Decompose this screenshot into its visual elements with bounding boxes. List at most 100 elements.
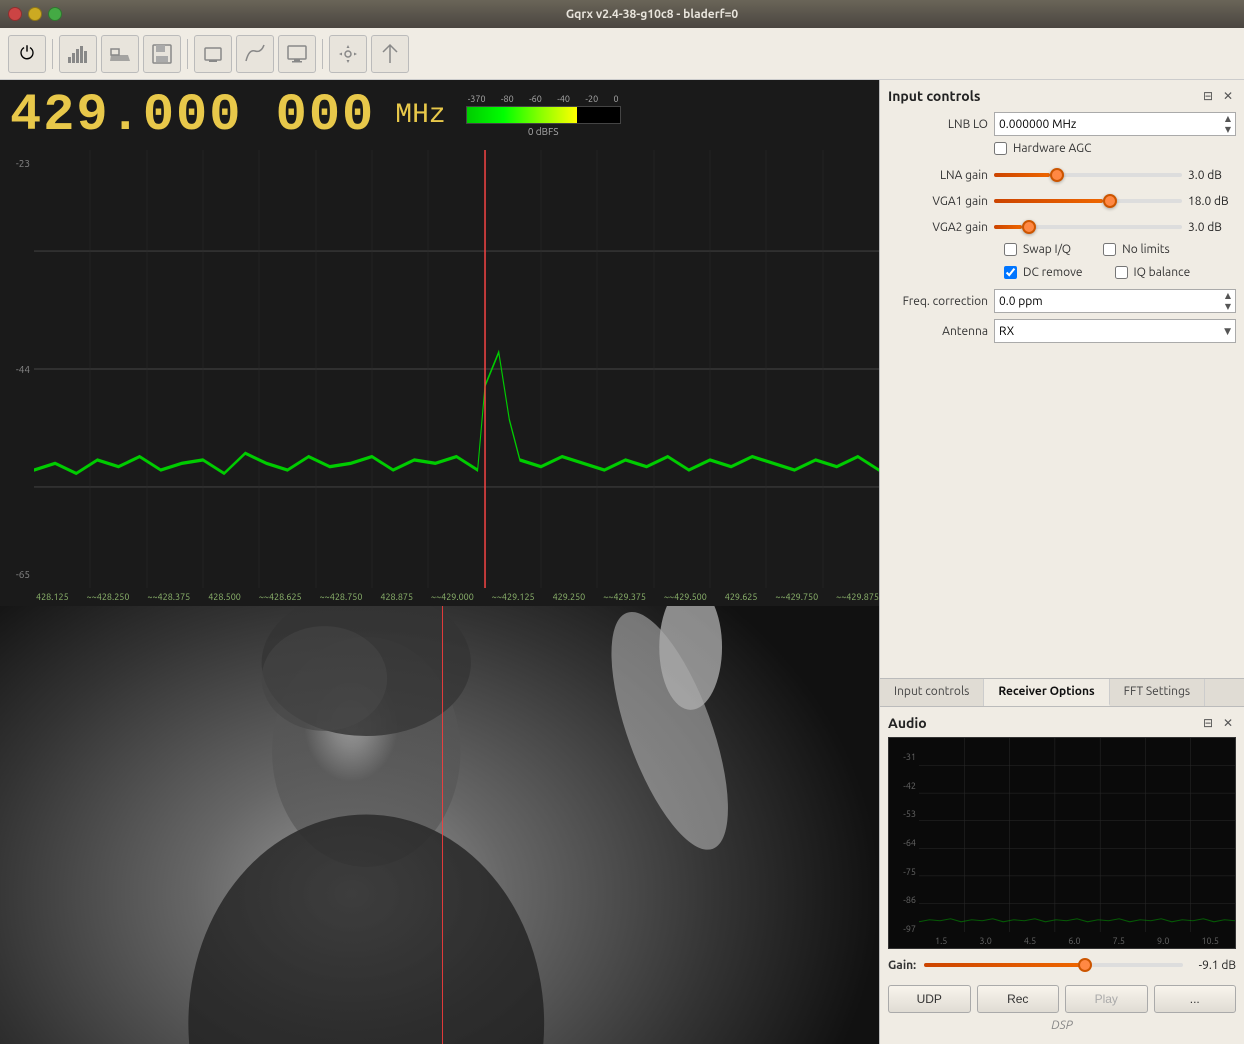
undock-icon[interactable]: ⊟	[1200, 88, 1216, 104]
hardware-agc-label: Hardware AGC	[1013, 142, 1091, 155]
gain-thumb[interactable]	[1078, 958, 1092, 972]
lna-gain-thumb[interactable]	[1050, 168, 1064, 182]
input-controls-header: Input controls ⊟ ✕	[888, 88, 1236, 104]
antenna-value: RX	[999, 325, 1014, 338]
gain-row: Gain: -9.1 dB	[888, 949, 1236, 981]
no-limits-row: No limits	[1103, 243, 1170, 256]
audio-label-2: -42	[889, 781, 919, 791]
audio-label-5: -75	[889, 867, 919, 877]
freq-correction-label: Freq. correction	[888, 295, 988, 308]
gain-value: -9.1 dB	[1191, 959, 1236, 972]
freq-correction-up[interactable]: ▲	[1225, 290, 1231, 301]
gain-label: Gain:	[888, 959, 916, 972]
lna-gain-row: LNA gain 3.0 dB	[888, 165, 1236, 185]
minimize-button[interactable]	[28, 7, 42, 21]
vga2-gain-slider[interactable]	[994, 217, 1182, 237]
arrow-icon[interactable]	[371, 35, 409, 73]
antenna-label: Antenna	[888, 325, 988, 338]
grid-label-3: -65	[0, 569, 34, 580]
close-button[interactable]	[8, 7, 22, 21]
input-controls-icons: ⊟ ✕	[1200, 88, 1236, 104]
vga1-gain-value: 18.0 dB	[1188, 195, 1236, 208]
signal-bar-labels: -370 -80 -60 -40 -20 0	[466, 94, 621, 104]
dc-remove-label: DC remove	[1023, 266, 1083, 279]
settings-icon[interactable]	[329, 35, 367, 73]
audio-grid-labels: -31 -42 -53 -64 -75 -86 -97	[889, 738, 919, 948]
hardware-agc-checkbox-row: Hardware AGC	[994, 142, 1091, 155]
device-icon[interactable]	[194, 35, 232, 73]
close-section-icon[interactable]: ✕	[1220, 88, 1236, 104]
audio-close-icon[interactable]: ✕	[1220, 715, 1236, 731]
lnb-lo-input[interactable]: 0.000000 MHz ▲ ▼	[994, 112, 1236, 136]
checkboxes-row-1: Swap I/Q No limits	[888, 243, 1236, 260]
lnb-lo-arrows[interactable]: ▲ ▼	[1225, 113, 1231, 135]
vga1-gain-thumb[interactable]	[1103, 194, 1117, 208]
freq-correction-down[interactable]: ▼	[1225, 301, 1231, 312]
power-button[interactable]: ⏻	[8, 35, 46, 73]
open-icon[interactable]	[101, 35, 139, 73]
antenna-row: Antenna RX ▼	[888, 319, 1236, 343]
iq-balance-checkbox[interactable]	[1115, 266, 1128, 279]
vga1-gain-label: VGA1 gain	[888, 195, 988, 208]
audio-header-icons: ⊟ ✕	[1200, 715, 1236, 731]
lnb-lo-label: LNB LO	[888, 118, 988, 131]
antenna-combobox[interactable]: RX ▼	[994, 319, 1236, 343]
freq-correction-input[interactable]: 0.0 ppm ▲ ▼	[994, 289, 1236, 313]
swap-iq-label: Swap I/Q	[1023, 243, 1071, 256]
frequency-display[interactable]: 429.000 000	[10, 86, 375, 145]
spectrum-svg	[34, 150, 879, 588]
toolbar-separator	[52, 39, 53, 69]
signal-dbfs-label: 0 dBFS	[466, 126, 621, 137]
lnb-lo-row: LNB LO 0.000000 MHz ▲ ▼	[888, 112, 1236, 136]
lnb-lo-up[interactable]: ▲	[1225, 113, 1231, 124]
waterfall-photo-svg	[0, 606, 879, 1044]
udp-button[interactable]: UDP	[888, 985, 971, 1013]
gain-slider[interactable]	[924, 955, 1183, 975]
vga2-gain-thumb[interactable]	[1022, 220, 1036, 234]
titlebar: Gqrx v2.4-38-g10c8 - bladerf=0	[0, 0, 1244, 28]
no-limits-checkbox[interactable]	[1103, 243, 1116, 256]
audio-label-4: -64	[889, 838, 919, 848]
toolbar: ⏻	[0, 28, 1244, 80]
dc-remove-checkbox[interactable]	[1004, 266, 1017, 279]
play-button[interactable]: Play	[1065, 985, 1148, 1013]
vga1-gain-slider[interactable]	[994, 191, 1182, 211]
audio-undock-icon[interactable]: ⊟	[1200, 715, 1216, 731]
audio-freq-2: 3.0	[979, 936, 991, 946]
lnb-lo-down[interactable]: ▼	[1225, 124, 1231, 135]
checkboxes-row-2: DC remove IQ balance	[888, 266, 1236, 283]
more-button[interactable]: ...	[1154, 985, 1237, 1013]
swap-iq-checkbox[interactable]	[1004, 243, 1017, 256]
iq-balance-row: IQ balance	[1115, 266, 1191, 279]
dsp-label: DSP	[888, 1017, 1236, 1036]
right-panel-spacer	[880, 357, 1244, 678]
tab-input-controls[interactable]: Input controls	[880, 679, 984, 706]
maximize-button[interactable]	[48, 7, 62, 21]
right-panel: Input controls ⊟ ✕ LNB LO 0.000000 MHz ▲…	[879, 80, 1244, 1044]
frequency-axis: 428.125 ~~428.250 ~~428.375 428.500 ~~42…	[0, 588, 879, 606]
lna-gain-label: LNA gain	[888, 169, 988, 182]
signal-icon[interactable]	[236, 35, 274, 73]
audio-freq-5: 7.5	[1113, 936, 1125, 946]
hardware-agc-checkbox[interactable]	[994, 142, 1007, 155]
waterfall[interactable]	[0, 606, 879, 1044]
audio-section: Audio ⊟ ✕ -31 -42 -53 -64 -75 -86	[880, 707, 1244, 1044]
vga1-gain-row: VGA1 gain 18.0 dB	[888, 191, 1236, 211]
spectrum-icon[interactable]	[59, 35, 97, 73]
lna-gain-slider[interactable]	[994, 165, 1182, 185]
tab-fft-settings[interactable]: FFT Settings	[1110, 679, 1205, 706]
audio-spectrum-plot[interactable]: -31 -42 -53 -64 -75 -86 -97	[888, 737, 1236, 949]
freq-correction-value: 0.0 ppm	[999, 295, 1043, 308]
rec-button[interactable]: Rec	[977, 985, 1060, 1013]
tab-receiver-options[interactable]: Receiver Options	[984, 679, 1109, 706]
save-icon[interactable]	[143, 35, 181, 73]
freq-correction-arrows[interactable]: ▲ ▼	[1225, 290, 1231, 312]
audio-label-1: -31	[889, 752, 919, 762]
audio-label-3: -53	[889, 809, 919, 819]
spectrum-panel: 429.000 000 MHz -370 -80 -60 -40 -20 0 0…	[0, 80, 879, 1044]
audio-freq-axis: 1.5 3.0 4.5 6.0 7.5 9.0 10.5	[919, 934, 1235, 948]
spectrum-plot[interactable]: -23 -44 -65	[0, 150, 879, 588]
antenna-arrow: ▼	[1224, 326, 1231, 337]
monitor-icon[interactable]	[278, 35, 316, 73]
audio-freq-7: 10.5	[1201, 936, 1218, 946]
